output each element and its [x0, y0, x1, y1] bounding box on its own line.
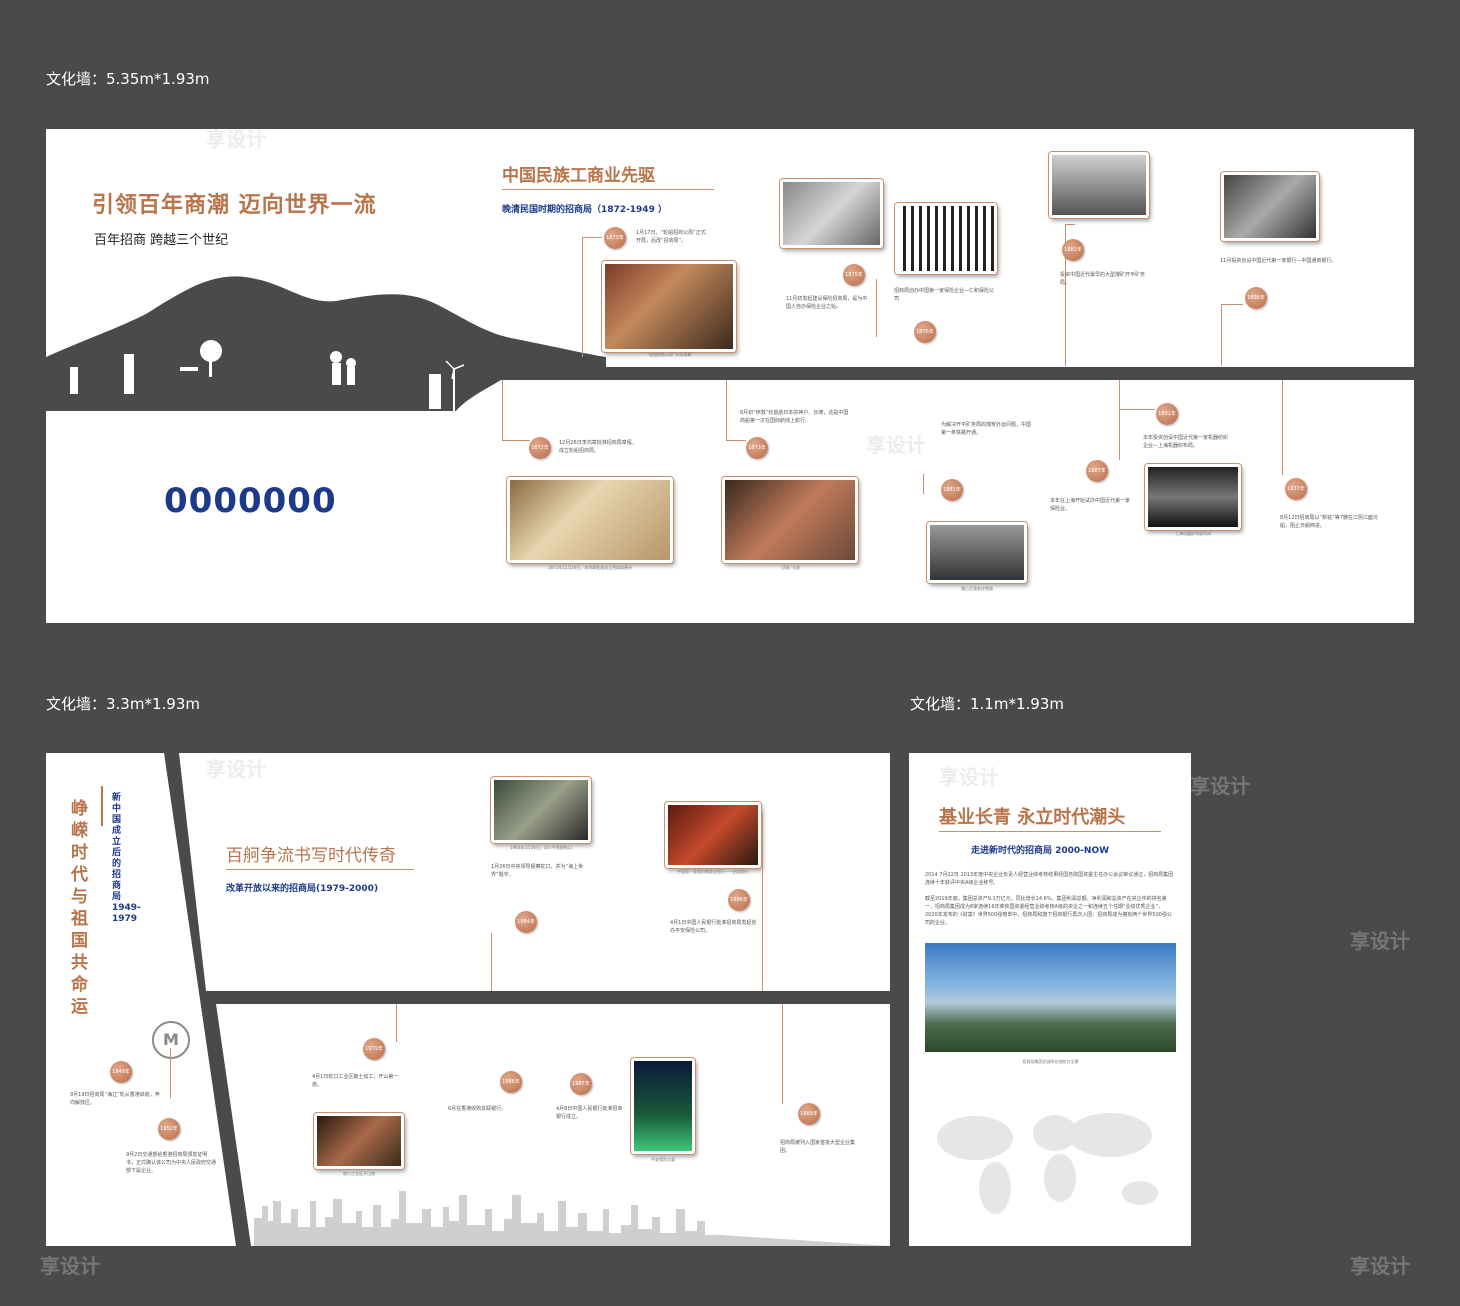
- photo-railway: [927, 522, 1027, 583]
- year-badge: 1937年: [1285, 478, 1307, 500]
- year-badge: 1873年: [746, 437, 768, 459]
- year-badge: 1979年: [363, 1038, 385, 1060]
- caption: 蛇口工业区开山炮: [343, 1171, 375, 1176]
- event-text: 1月26日中央领导视察蛇口，并为“海上世界”题字。: [491, 864, 584, 878]
- photo-blast: [314, 1113, 404, 1169]
- caption: 中国第一家股份制商业银行——招商银行: [677, 869, 749, 874]
- event-text: 8月初“伊敦”轮首航日本的神户、长崎，这是中国商船第一次在国际航线上航行。: [740, 410, 849, 424]
- watermark: 享设计: [939, 765, 999, 789]
- event-text: 4月1日中国人民银行批准招商局发起创办平安保险公司。: [670, 920, 757, 934]
- photo-steamship: [722, 477, 858, 563]
- photo-visit: [491, 777, 591, 843]
- event-text: 本年投资创设中国近代第一家机器纺织企业—上海机器织布局。: [1143, 435, 1229, 449]
- photo-tower: [631, 1058, 695, 1154]
- logo-number: 0000000: [164, 481, 337, 521]
- company-logo: M: [152, 1021, 190, 1059]
- watermark: 享设计: [1190, 774, 1250, 798]
- photo-shekou-panorama: [925, 943, 1176, 1052]
- event-text: 4月8日中国人民银行批准招商银行成立。: [556, 1106, 623, 1120]
- culture-wall-3: 基业长青 永立时代潮头 走进新时代的招商局 2000-NOW 2014 7月22…: [909, 753, 1191, 1246]
- photo-textile-mill: [1145, 464, 1241, 530]
- year-badge: 1882年: [1062, 239, 1084, 261]
- year-badge: 1891年: [1156, 403, 1178, 425]
- caption: 上海机器织布局车间: [1175, 531, 1211, 536]
- year-badge: 1873年: [604, 227, 626, 249]
- event-text: 招商局被列入国家首批大型企业集团。: [780, 1140, 856, 1154]
- watermark: 享设计: [1350, 929, 1410, 953]
- caption: “轮船招商公局”开局场景: [646, 352, 692, 357]
- event-text: 6月在香港收购友联银行。: [448, 1106, 507, 1112]
- photo-bank-building: [1221, 172, 1319, 241]
- year-badge: 1984年: [515, 911, 537, 933]
- photo-coal-mine: [1049, 152, 1149, 218]
- watermark: 享设计: [40, 1254, 100, 1278]
- photo-old-building: [780, 179, 883, 248]
- year-badge: 1876年: [914, 321, 936, 343]
- wall1-section-title: 中国民族工商业先驱: [502, 166, 655, 186]
- year-badge: 1896年: [1245, 287, 1267, 309]
- photo-newspaper: [895, 203, 997, 274]
- caption: “伊敦”号轮: [779, 565, 801, 570]
- wall1-subslogan: 百年招商 跨越三个世纪: [94, 233, 229, 248]
- wall2-section-title: 百舸争流书写时代传奇: [226, 846, 396, 866]
- wall1-slogan: 引领百年商潮 迈向世界一流: [92, 193, 377, 218]
- event-text: 本年在上海开始试办中国近代第一家保险业。: [1050, 498, 1131, 512]
- caption: 平安保险大厦: [651, 1157, 675, 1162]
- wall2-section-sub: 改革开放以来的招商局(1979-2000): [226, 884, 379, 894]
- year-badge: 1887年: [1086, 460, 1108, 482]
- wall3-sub: 走进新时代的招商局 2000-NOW: [971, 846, 1110, 856]
- wall3-size-label: 文化墙：1.1m*1.93m: [910, 695, 1064, 713]
- caption: 唐山至胥各庄铁路: [961, 586, 993, 591]
- year-badge: 1987年: [570, 1073, 592, 1095]
- year-badge: 1950年: [158, 1118, 180, 1140]
- event-text: 4月1日蛇口工业区破土动工，开山第一炮。: [312, 1074, 399, 1088]
- year-badge: 1881年: [941, 479, 963, 501]
- wall2-vertical-title: 峥嵘时代与祖国共命运: [71, 799, 88, 1017]
- photo-bank-lobby: [665, 802, 761, 868]
- event-text: 9月19日招商局“海辽”轮从香港启航，奔向解放区。: [70, 1092, 160, 1106]
- event-text: 12月26日李鸿章批准招商局章程，成立轮船招商局。: [559, 440, 637, 454]
- watermark: 享设计: [1350, 1254, 1410, 1278]
- caption: 1984年1月26日，邓小平视察蛇口: [510, 845, 572, 850]
- year-badge: 1989年: [798, 1103, 820, 1125]
- event-text: 1月17日，“轮船招商公局”正式开局，后改“招商局”。: [636, 230, 706, 244]
- year-badge: 1875年: [843, 264, 865, 286]
- event-text: 投资中国近代最早的大型煤矿开平矿务局。: [1060, 272, 1146, 286]
- year-badge: 1872年: [529, 437, 551, 459]
- event-text: 11月初发起建设保险招商局，是为中国人自办保险企业之始。: [786, 296, 868, 310]
- year-badge: 1986年: [500, 1071, 522, 1093]
- wall1-section-sub: 晚清民国时期的招商局（1872-1949 ）: [502, 205, 667, 215]
- wall2-size-label: 文化墙：3.3m*1.93m: [46, 695, 200, 713]
- wall1-size-label: 文化墙：5.35m*1.93m: [46, 70, 210, 88]
- event-text: 11月投资创设中国近代第一家银行—中国通商银行。: [1220, 258, 1337, 264]
- world-map-graphic: [937, 1113, 1158, 1214]
- wall3-title: 基业长青 永立时代潮头: [939, 807, 1126, 828]
- culture-wall-2: 峥嵘时代与祖国共命运 新中国成立后的招商局1949-1979 M 百舸争流书写时…: [46, 753, 890, 1246]
- wall3-para1: 2014 7月22日 2013年度中央企业负责人经营业绩考核结果经国务院国资委主…: [925, 872, 1174, 886]
- caption: 招商局集团总部所在地蛇口全景: [1022, 1059, 1079, 1064]
- year-badge: 1986年: [728, 889, 750, 911]
- photo-opening-ceremony: [602, 261, 736, 352]
- event-text: 9月2日交通部给香港招商局颁发证明书，正式确认该公司为中央人民政府交通部下属企业…: [126, 1152, 217, 1174]
- event-text: 为解决开平矿务局的煤炭外运问题，中国第一条铁路开通。: [941, 422, 1032, 436]
- event-text: 招商局创办中国第一家保险企业—仁和保险公司: [894, 288, 995, 302]
- year-badge: 1949年: [110, 1061, 132, 1083]
- photo-document: [507, 477, 673, 563]
- wall3-para2: 截至2019年底，集团总资产9.1万亿元，同比增长14.6%。集团利润总额、净利…: [925, 896, 1172, 926]
- culture-wall-1: 引领百年商潮 迈向世界一流 百年招商 跨越三个世纪 0000000 中国民族工商…: [46, 129, 1414, 623]
- event-text: 8月12日招商局以“新铭”等7艘在江阴江面沉船，阻止日舰西进。: [1280, 515, 1378, 529]
- caption: 1872年12月26日，李鸿章批准成立招商局奏折: [547, 565, 633, 570]
- wall2-vertical-sub: 新中国成立后的招商局1949-1979: [112, 793, 141, 924]
